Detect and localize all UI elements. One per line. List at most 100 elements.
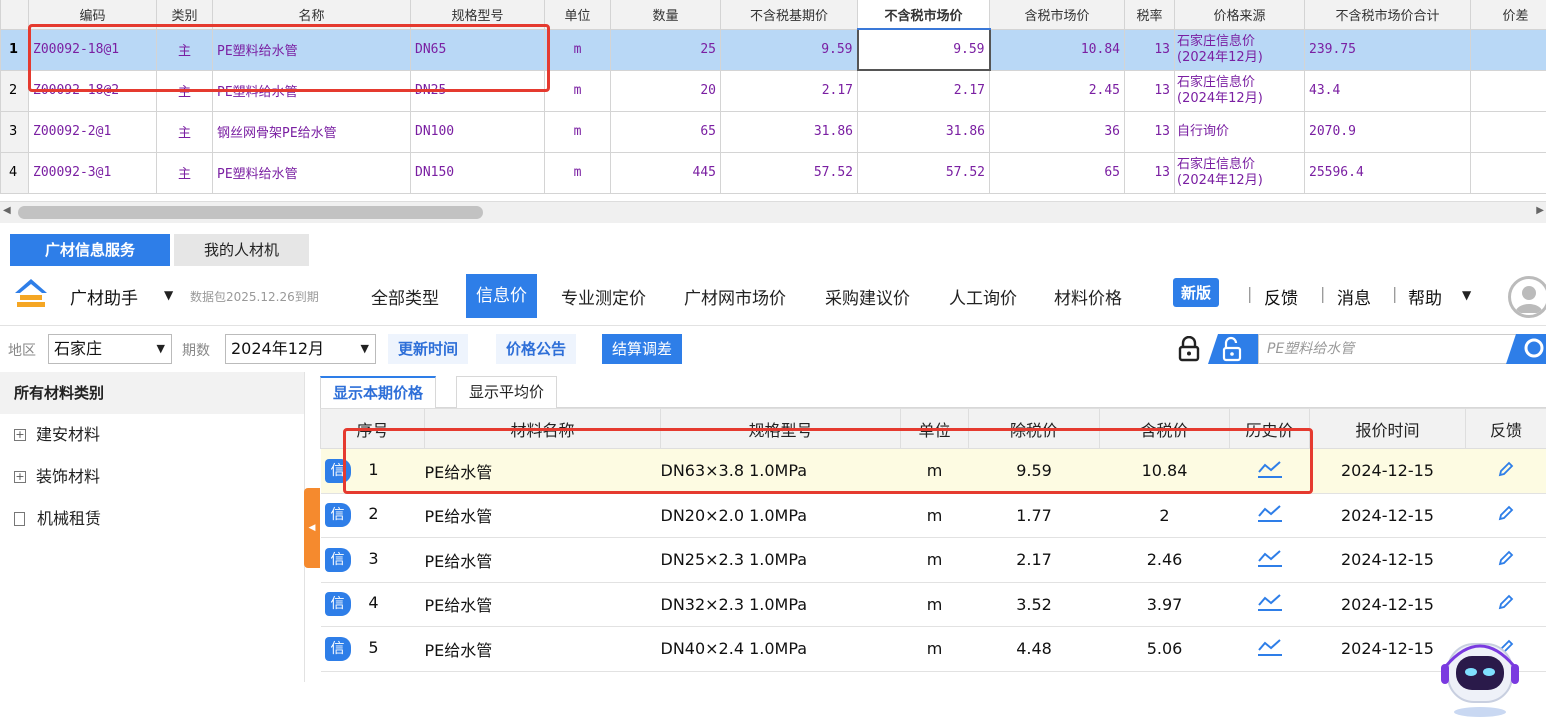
- unlock-icon[interactable]: [1208, 334, 1258, 364]
- cell-spec[interactable]: DN20×2.0 1.0MPa: [660, 493, 901, 538]
- cell-material-name[interactable]: PE给水管: [424, 448, 661, 494]
- cell-unit[interactable]: m: [900, 537, 969, 583]
- cell-code[interactable]: Z00092-3@1: [28, 151, 157, 194]
- help-link[interactable]: 帮助: [1408, 284, 1442, 309]
- cell-quote-time[interactable]: 2024-12-15: [1309, 448, 1466, 494]
- row-number[interactable]: 1: [0, 28, 29, 71]
- col-market-price[interactable]: 不含税市场价: [857, 0, 990, 30]
- cell-base-price[interactable]: 2.17: [720, 69, 858, 112]
- region-select[interactable]: 石家庄 ▼: [48, 334, 172, 364]
- cell-unit[interactable]: m: [900, 582, 969, 627]
- price-notice-button[interactable]: 价格公告: [496, 334, 577, 364]
- cell-tax-market-price[interactable]: 65: [989, 151, 1125, 194]
- col-tax-market-price[interactable]: 含税市场价: [989, 0, 1125, 30]
- cell-market-price[interactable]: 2.17: [857, 69, 990, 112]
- nav-info-price[interactable]: 信息价: [466, 274, 537, 318]
- tree-item-construction[interactable]: + 建安材料: [0, 414, 304, 456]
- cell-seq[interactable]: 信1: [320, 448, 425, 494]
- cell-spec[interactable]: DN32×2.3 1.0MPa: [660, 582, 901, 627]
- cell-market-total[interactable]: 43.4: [1304, 69, 1471, 112]
- table-row[interactable]: 信5 PE给水管 DN40×2.4 1.0MPa m 4.48 5.06 202…: [320, 626, 1546, 672]
- trend-chart-icon[interactable]: [1256, 459, 1284, 479]
- nav-all-types[interactable]: 全部类型: [371, 284, 439, 309]
- cell-code[interactable]: Z00092-18@2: [28, 69, 157, 112]
- cell-quote-time[interactable]: 2024-12-15: [1309, 537, 1466, 583]
- new-version-badge[interactable]: 新版: [1173, 278, 1220, 307]
- tab-guangcai-service[interactable]: 广材信息服务: [10, 234, 170, 266]
- cell-tax-rate[interactable]: 13: [1124, 151, 1175, 194]
- cell-name[interactable]: 钢丝网骨架PE给水管: [212, 110, 411, 153]
- messages-link[interactable]: 消息: [1337, 284, 1371, 309]
- table-row[interactable]: 3 Z00092-2@1 主 钢丝网骨架PE给水管 DN100 m 65 31.…: [0, 110, 1546, 153]
- pencil-edit-icon[interactable]: [1497, 593, 1515, 611]
- cell-quantity[interactable]: 25: [610, 28, 721, 71]
- row-number[interactable]: 4: [0, 151, 29, 194]
- col-unit[interactable]: 单位: [900, 408, 969, 449]
- tree-item-decoration[interactable]: + 装饰材料: [0, 456, 304, 498]
- cell-spec[interactable]: DN25: [410, 69, 545, 112]
- cell-base-price[interactable]: 9.59: [720, 28, 858, 71]
- trend-chart-icon[interactable]: [1256, 637, 1284, 657]
- col-ex-tax-price[interactable]: 除税价: [968, 408, 1100, 449]
- cell-base-price[interactable]: 31.86: [720, 110, 858, 153]
- row-number[interactable]: 3: [0, 110, 29, 153]
- cell-tax-price[interactable]: 2.46: [1099, 537, 1230, 583]
- cell-feedback[interactable]: [1465, 448, 1546, 494]
- table-row[interactable]: 信1 PE给水管 DN63×3.8 1.0MPa m 9.59 10.84 20…: [320, 448, 1546, 494]
- col-market-total[interactable]: 不含税市场价合计: [1304, 0, 1471, 30]
- col-spec[interactable]: 规格型号: [660, 408, 901, 449]
- pencil-edit-icon[interactable]: [1497, 504, 1515, 522]
- cell-tax-price[interactable]: 3.97: [1099, 582, 1230, 627]
- cell-unit[interactable]: m: [900, 626, 969, 672]
- col-feedback[interactable]: 反馈: [1465, 408, 1546, 449]
- row-number[interactable]: 2: [0, 69, 29, 112]
- cell-feedback[interactable]: [1465, 493, 1546, 538]
- col-price-source[interactable]: 价格来源: [1174, 0, 1305, 30]
- cell-unit[interactable]: m: [900, 493, 969, 538]
- cell-price-source[interactable]: 石家庄信息价 (2024年12月): [1174, 28, 1305, 71]
- cell-tax-market-price[interactable]: 10.84: [989, 28, 1125, 71]
- cell-quote-time[interactable]: 2024-12-15: [1309, 582, 1466, 627]
- cell-feedback[interactable]: [1465, 582, 1546, 627]
- col-quote-time[interactable]: 报价时间: [1309, 408, 1466, 449]
- cell-price-diff[interactable]: [1470, 69, 1546, 112]
- cell-ex-tax-price[interactable]: 4.48: [968, 626, 1100, 672]
- scroll-right-icon[interactable]: ▶: [1536, 205, 1544, 216]
- cell-tax-price[interactable]: 2: [1099, 493, 1230, 538]
- tab-average-price[interactable]: 显示平均价: [456, 376, 558, 408]
- cell-seq[interactable]: 信3: [320, 537, 425, 583]
- cell-price-diff[interactable]: [1470, 151, 1546, 194]
- cell-market-total[interactable]: 25596.4: [1304, 151, 1471, 194]
- cell-tax-rate[interactable]: 13: [1124, 69, 1175, 112]
- col-base-price[interactable]: 不含税基期价: [720, 0, 858, 30]
- cell-tax-price[interactable]: 5.06: [1099, 626, 1230, 672]
- tab-my-materials[interactable]: 我的人材机: [174, 234, 309, 266]
- cell-category[interactable]: 主: [156, 69, 213, 112]
- pencil-edit-icon[interactable]: [1497, 460, 1515, 478]
- cell-history[interactable]: [1229, 626, 1310, 672]
- cell-quantity[interactable]: 445: [610, 151, 721, 194]
- col-category[interactable]: 类别: [156, 0, 213, 30]
- cell-price-source[interactable]: 自行询价: [1174, 110, 1305, 153]
- table-row[interactable]: 2 Z00092-18@2 主 PE塑料给水管 DN25 m 20 2.17 2…: [0, 69, 1546, 112]
- cell-quantity[interactable]: 65: [610, 110, 721, 153]
- cell-seq[interactable]: 信4: [320, 582, 425, 627]
- cell-ex-tax-price[interactable]: 9.59: [968, 448, 1100, 494]
- col-name[interactable]: 名称: [212, 0, 411, 30]
- cell-unit[interactable]: m: [900, 448, 969, 494]
- col-spec[interactable]: 规格型号: [410, 0, 545, 30]
- cell-name[interactable]: PE塑料给水管: [212, 28, 411, 71]
- table-row[interactable]: 信2 PE给水管 DN20×2.0 1.0MPa m 1.77 2 2024-1…: [320, 493, 1546, 538]
- collapse-panel-handle[interactable]: ◀: [304, 488, 320, 568]
- cell-ex-tax-price[interactable]: 3.52: [968, 582, 1100, 627]
- cell-seq[interactable]: 信2: [320, 493, 425, 538]
- cell-seq[interactable]: 信5: [320, 626, 425, 672]
- cell-tax-market-price[interactable]: 36: [989, 110, 1125, 153]
- cell-market-price[interactable]: 57.52: [857, 151, 990, 194]
- nav-purchase-price[interactable]: 采购建议价: [825, 284, 910, 309]
- nav-material-price[interactable]: 材料价格: [1054, 284, 1122, 309]
- pencil-edit-icon[interactable]: [1497, 549, 1515, 567]
- scroll-left-icon[interactable]: ◀: [3, 205, 11, 216]
- col-quantity[interactable]: 数量: [610, 0, 721, 30]
- cell-name[interactable]: PE塑料给水管: [212, 151, 411, 194]
